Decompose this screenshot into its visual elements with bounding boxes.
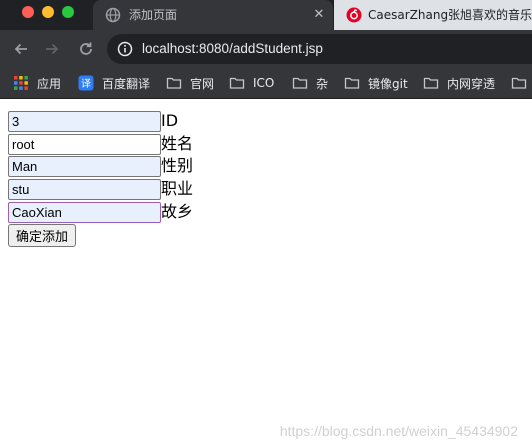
bookmark-folder-intranet[interactable]: 内网穿透: [423, 73, 495, 93]
bookmark-label: 镜像git: [368, 76, 408, 91]
hometown-label: 故乡: [161, 202, 194, 221]
form-row-id: ID: [8, 110, 178, 132]
bookmark-folder-mirror-git[interactable]: 镜像git: [344, 73, 408, 93]
apps-grid-icon: [14, 76, 28, 90]
url-text[interactable]: localhost:8080/addStudent.jsp: [142, 41, 323, 57]
hometown-input[interactable]: [8, 201, 161, 223]
tab-title: CaesarZhang张旭喜欢的音乐: [368, 8, 532, 22]
svg-text:译: 译: [81, 78, 91, 90]
info-icon[interactable]: [117, 41, 133, 57]
folder-icon: [423, 77, 439, 89]
reload-button[interactable]: [75, 38, 97, 60]
back-button[interactable]: [10, 38, 32, 60]
zoom-window-button[interactable]: [62, 6, 74, 18]
netease-music-icon: [346, 7, 362, 23]
address-bar[interactable]: localhost:8080/addStudent.jsp: [107, 34, 532, 64]
form-row-hometown: 故乡: [8, 201, 193, 223]
id-input[interactable]: [8, 110, 161, 132]
bookmark-folder-ico[interactable]: ICO: [229, 73, 274, 93]
occupation-input[interactable]: [8, 178, 161, 200]
tab-close-icon[interactable]: ✕: [311, 7, 327, 23]
watermark-text: https://blog.csdn.net/weixin_45434902: [279, 423, 518, 439]
bookmark-label: 应用: [37, 76, 62, 91]
bookmark-baidu-translate[interactable]: 译 百度翻译: [78, 73, 150, 93]
page-content: ID 姓名 性别 职业 故乡 确定添加 https://blog.csdn.ne…: [0, 100, 532, 447]
folder-icon: [511, 77, 527, 89]
form-row-occupation: 职业: [8, 178, 193, 200]
close-window-button[interactable]: [22, 6, 34, 18]
bookmark-folder-misc[interactable]: 杂: [292, 73, 328, 93]
gender-label: 性别: [161, 156, 194, 175]
bookmark-label: 内网穿透: [447, 76, 496, 91]
bookmark-folder-overflow[interactable]: [511, 73, 532, 93]
bookmark-label: 百度翻译: [102, 76, 151, 91]
arrow-right-icon: [46, 43, 59, 55]
name-input[interactable]: [8, 133, 161, 155]
browser-toolbar: localhost:8080/addStudent.jsp: [0, 30, 532, 67]
tab-music[interactable]: CaesarZhang张旭喜欢的音乐: [334, 0, 532, 30]
folder-icon: [344, 77, 360, 89]
arrow-left-icon: [14, 43, 27, 55]
folder-icon: [292, 77, 308, 89]
minimize-window-button[interactable]: [42, 6, 54, 18]
form-row-gender: 性别: [8, 155, 193, 177]
folder-icon: [166, 77, 182, 89]
forward-button[interactable]: [41, 38, 63, 60]
bookmark-apps[interactable]: 应用: [13, 73, 61, 93]
name-label: 姓名: [161, 134, 194, 153]
occupation-label: 职业: [161, 179, 194, 198]
bookmark-folder-official[interactable]: 官网: [166, 73, 214, 93]
bookmark-label: 杂: [316, 76, 329, 91]
folder-icon: [229, 77, 245, 89]
form-row-name: 姓名: [8, 133, 193, 155]
reload-icon: [80, 42, 92, 55]
translate-icon: 译: [78, 75, 94, 91]
tab-add-page[interactable]: 添加页面 ✕: [93, 0, 333, 30]
confirm-add-button[interactable]: 确定添加: [8, 224, 77, 247]
tab-title: 添加页面: [129, 8, 178, 22]
bookmark-label: 官网: [190, 76, 215, 91]
globe-icon: [105, 7, 121, 23]
gender-input[interactable]: [8, 155, 161, 177]
tab-strip: 添加页面 ✕ CaesarZhang张旭喜欢的音乐: [0, 0, 532, 30]
bookmark-label: ICO: [253, 76, 275, 90]
id-label: ID: [161, 111, 179, 130]
bookmarks-bar: 应用 译 百度翻译 官网 ICO 杂 镜像git 内网穿透: [0, 67, 532, 99]
